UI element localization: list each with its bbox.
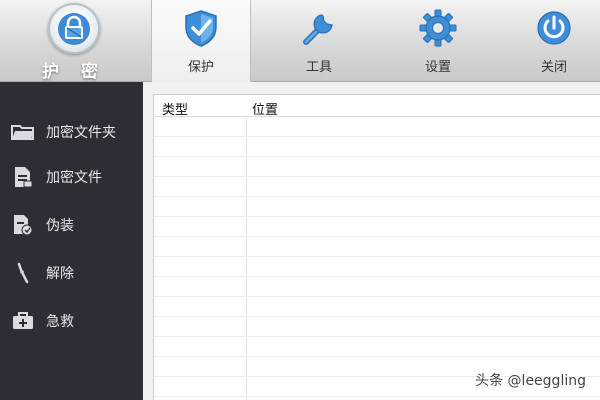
table-row bbox=[154, 137, 600, 157]
sidebar-item-disguise[interactable]: 伪装 bbox=[0, 210, 143, 240]
table-row bbox=[154, 197, 600, 217]
folder-icon bbox=[11, 121, 35, 143]
disguise-document-icon bbox=[11, 214, 35, 236]
lock-icon bbox=[48, 3, 100, 54]
table-row bbox=[154, 157, 600, 177]
document-icon bbox=[11, 166, 35, 188]
sidebar-item-label: 急救 bbox=[46, 314, 74, 330]
gear-icon bbox=[418, 8, 458, 48]
table-row bbox=[154, 277, 600, 297]
power-icon bbox=[534, 8, 574, 48]
app-logo-text: 护 密 bbox=[42, 62, 106, 82]
sidebar-item-label: 解除 bbox=[46, 266, 74, 282]
file-table[interactable]: 类型 位置 bbox=[153, 94, 600, 400]
tab-settings-label: 设置 bbox=[424, 60, 451, 75]
first-aid-kit-icon bbox=[11, 310, 35, 332]
table-row bbox=[154, 337, 600, 357]
table-row bbox=[154, 117, 600, 137]
tab-tools-label: 工具 bbox=[305, 60, 332, 75]
tab-protect-label: 保护 bbox=[187, 60, 214, 75]
sidebar-item-remove[interactable]: 解除 bbox=[0, 258, 143, 288]
sidebar-item-label: 伪装 bbox=[46, 218, 74, 234]
tab-close[interactable]: 关闭 bbox=[504, 0, 600, 82]
table-row bbox=[154, 317, 600, 337]
table-row bbox=[154, 237, 600, 257]
unlink-icon bbox=[11, 262, 35, 284]
table-row bbox=[154, 177, 600, 197]
app-logo: 护 密 bbox=[0, 0, 148, 82]
column-header-location[interactable]: 位置 bbox=[252, 99, 278, 118]
tab-tools[interactable]: 工具 bbox=[269, 0, 369, 82]
sidebar-item-encrypt-file[interactable]: 加密文件 bbox=[0, 162, 143, 192]
table-row bbox=[154, 257, 600, 277]
sidebar-item-label: 加密文件夹 bbox=[46, 125, 116, 141]
tab-settings[interactable]: 设置 bbox=[388, 0, 488, 82]
top-toolbar: 护 密 保护 工具 设置 关闭 bbox=[0, 0, 600, 82]
sidebar-item-label: 加密文件 bbox=[46, 170, 102, 186]
table-header: 类型 位置 bbox=[154, 95, 600, 118]
wrench-icon bbox=[299, 8, 339, 48]
table-row bbox=[154, 297, 600, 317]
table-row bbox=[154, 217, 600, 237]
tab-close-label: 关闭 bbox=[540, 60, 567, 75]
shield-check-icon bbox=[181, 8, 221, 48]
watermark: 头条 @leeggling bbox=[475, 373, 586, 389]
tab-protect[interactable]: 保护 bbox=[151, 0, 251, 82]
sidebar: 加密文件夹 加密文件 伪装 解除 急救 bbox=[0, 82, 143, 400]
column-header-type[interactable]: 类型 bbox=[162, 99, 188, 118]
main-panel: 类型 位置 bbox=[143, 82, 600, 400]
sidebar-item-first-aid[interactable]: 急救 bbox=[0, 306, 143, 336]
sidebar-item-encrypt-folder[interactable]: 加密文件夹 bbox=[0, 117, 143, 147]
